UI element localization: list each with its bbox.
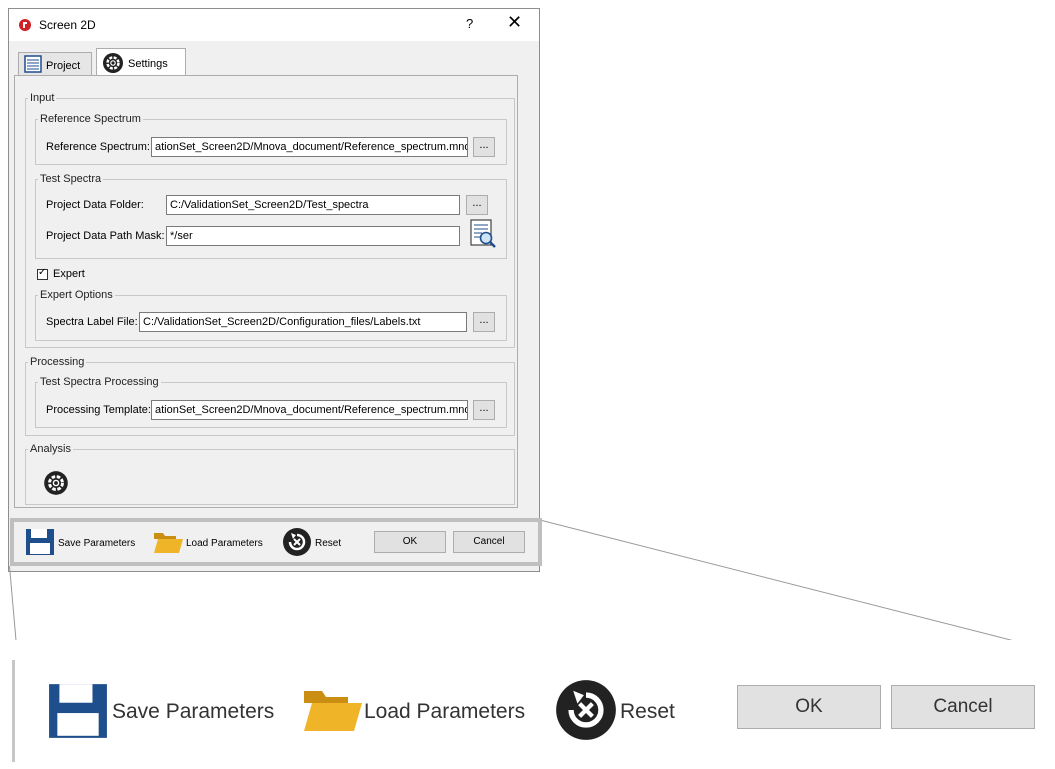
window-title: Screen 2D — [39, 18, 96, 32]
spectra-label-file-browse-button[interactable]: ... — [473, 312, 495, 332]
ok-button[interactable]: OK — [374, 531, 446, 553]
test-spectra-processing-legend: Test Spectra Processing — [40, 376, 159, 388]
mnova-app-icon — [19, 19, 31, 31]
zoomed-button-bar: Save Parameters Load Parameters Reset OK… — [0, 640, 1055, 769]
processing-template-browse-button[interactable]: ... — [473, 400, 495, 420]
reset-button[interactable]: Reset — [315, 538, 341, 549]
project-data-folder-label: Project Data Folder: — [46, 199, 144, 211]
list-icon — [24, 55, 42, 73]
title-bar: Screen 2D ? ✕ — [9, 9, 539, 41]
reset-icon[interactable] — [282, 527, 312, 557]
processing-template-input[interactable]: ationSet_Screen2D/Mnova_document/Referen… — [151, 400, 468, 420]
test-spectra-group: Test Spectra — [35, 173, 507, 259]
expert-checkbox[interactable] — [37, 267, 48, 280]
tab-settings[interactable]: Settings — [96, 48, 186, 76]
reset-icon — [556, 680, 616, 740]
folder-icon — [304, 691, 362, 731]
zoom-cancel-button: Cancel — [891, 685, 1035, 729]
test-spectra-legend: Test Spectra — [40, 173, 102, 185]
reference-spectrum-legend: Reference Spectrum — [40, 113, 141, 125]
folder-icon[interactable] — [152, 530, 184, 554]
project-data-folder-input[interactable]: C:/ValidationSet_Screen2D/Test_spectra — [166, 195, 460, 215]
zoom-ok-button: OK — [737, 685, 881, 729]
load-parameters-button[interactable]: Load Parameters — [186, 538, 263, 549]
callout-line-right — [541, 520, 1049, 651]
processing-template-label: Processing Template: — [46, 404, 151, 416]
analysis-legend: Analysis — [30, 443, 71, 455]
project-data-folder-browse-button[interactable]: ... — [466, 195, 488, 215]
save-icon — [49, 684, 107, 738]
search-document-icon[interactable] — [469, 219, 497, 249]
zoom-reset-label: Reset — [620, 700, 675, 723]
zoom-frame-edge — [12, 660, 15, 762]
help-button[interactable]: ? — [466, 16, 473, 31]
reference-spectrum-browse-button[interactable]: ... — [473, 137, 495, 157]
zoom-load-parameters-label: Load Parameters — [364, 700, 526, 723]
gear-icon — [103, 53, 123, 73]
cancel-button[interactable]: Cancel — [453, 531, 525, 553]
save-icon[interactable] — [25, 528, 55, 556]
reference-spectrum-label: Reference Spectrum: — [46, 141, 150, 153]
spectra-label-file-label: Spectra Label File: — [46, 316, 138, 328]
tab-project[interactable]: Project — [18, 52, 92, 76]
analysis-gear-icon[interactable] — [43, 470, 69, 496]
processing-legend: Processing — [30, 356, 85, 368]
expert-options-legend: Expert Options — [40, 289, 113, 301]
project-data-path-mask-label: Project Data Path Mask: — [46, 230, 165, 242]
callout-line-left — [9, 566, 18, 650]
project-data-path-mask-input[interactable]: */ser — [166, 226, 460, 246]
expert-label: Expert — [53, 268, 85, 280]
close-button[interactable]: ✕ — [507, 13, 522, 31]
tab-settings-label: Settings — [128, 58, 168, 70]
save-parameters-button[interactable]: Save Parameters — [58, 538, 135, 549]
input-legend: Input — [30, 92, 55, 104]
tab-project-label: Project — [46, 60, 81, 72]
reference-spectrum-input[interactable]: ationSet_Screen2D/Mnova_document/Referen… — [151, 137, 468, 157]
zoom-save-parameters-label: Save Parameters — [112, 700, 275, 723]
spectra-label-file-input[interactable]: C:/ValidationSet_Screen2D/Configuration_… — [139, 312, 467, 332]
analysis-group: Analysis — [25, 443, 515, 505]
